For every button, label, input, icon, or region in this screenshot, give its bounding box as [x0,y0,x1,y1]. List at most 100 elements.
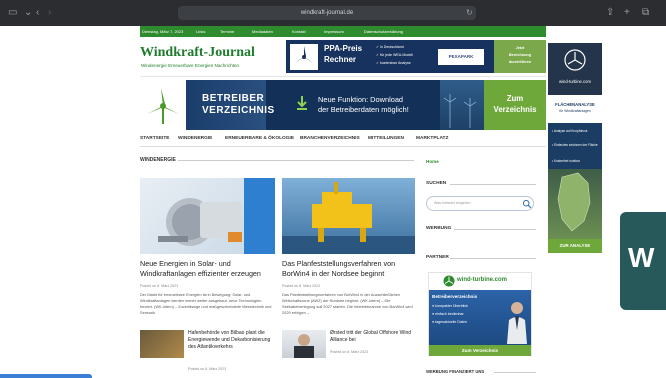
topbar-link-impressum[interactable]: Impressum [324,26,344,37]
right-ad-map-image [548,169,602,239]
small-article-1-title[interactable]: Hafenbehörde von Bilbao plant die Energi… [188,330,278,350]
small-article-2-title[interactable]: Ørsted tritt der Global Offshore Wind Al… [330,330,416,344]
topbar-link-mediadaten[interactable]: Mediadaten [252,26,273,37]
ppa-check-3-text: kostenlose Analyse [380,61,411,65]
topbar-link-datenschutz[interactable]: Datenschutzerklärung [364,26,403,37]
current-date: Dienstag, März 7, 2023 [142,29,184,34]
partner-bullet-2: ● einfach bedienbar [432,312,464,316]
article-2-image[interactable] [282,178,415,254]
article-2-title[interactable]: Das Planfeststellungsverfahren von BorWi… [282,259,415,278]
partner-bullet-1: ● kompakter Überblick [432,304,468,308]
article-1-image[interactable] [140,178,275,254]
breadcrumb-home[interactable]: Home [426,159,439,164]
browser-toolbar: ▭ ⌄ ‹ › ◐ windkraft-journal.de ↻ ⇪ + ⧉ [0,0,666,26]
main-navigation: STARTSEITE WINDENERGIE ERNEUERBARE & ÖKO… [140,133,546,147]
small-article-1-image[interactable] [140,330,184,358]
partner-cta-button[interactable]: Zum Verzeichnis [429,345,531,356]
cta-verzeichnis: Verzeichnis [493,105,537,114]
ppa-calculator-banner[interactable]: PPA-Preis Rechner ✓ in Deutschland ✓ für… [286,40,546,73]
ppa-check-1: ✓ in Deutschland [376,45,404,49]
partner-bullet-1-text: kompakter Überblick [435,304,468,308]
ppa-title: PPA-Preis [324,44,363,53]
ppa-check-2-text: für jede WEA-Modell [380,53,413,57]
right-ad-feature-1-text: Analyse auf Knopfdruck [553,129,588,133]
nav-windenergie[interactable]: WINDENERGIE [178,136,212,141]
right-ad-feature-3-text: Kostenfrei nutzbar [554,159,580,163]
feature-line-1: Neue Funktion: Download [318,95,404,104]
nav-erneuerbare[interactable]: ERNEUERBARE & ÖKOLOGIE [225,136,294,141]
section-title: WINDENERGIE [140,157,176,163]
search-section-label: SUCHEN [426,181,447,186]
ppa-check-2: ✓ für jede WEA-Modell [376,53,413,57]
right-ad-feature-2: ▪ Einfaches zeichnen der Fläche [552,143,598,147]
partner-turbine-icon [443,275,455,287]
site-header: Windkraft-Journal Windenergie Erneuerbar… [140,37,546,77]
article-1-meta: Posted on 8. März 2023 [140,284,179,288]
ppa-check-3: ✓ kostenlose Analyse [376,61,411,65]
ppa-cta-button[interactable]: Jetzt Berechnung durchführen [494,40,546,73]
topbar-link-links[interactable]: Links [196,26,205,37]
right-ad-feature-3: ▪ Kostenfrei nutzbar [552,159,580,163]
search-divider [450,184,536,185]
cta-zum: Zum [506,94,524,103]
reload-icon[interactable]: ↻ [466,0,473,26]
werbung-divider [454,229,536,230]
page-load-indicator [0,374,92,378]
partner-divider [450,258,536,259]
search-input[interactable]: Was fortsetzt eingeben [426,196,534,211]
werbung-finanziert-label: WERBUNG FINANZIERT UNS [426,369,485,374]
zum-verzeichnis-button[interactable]: Zum Verzeichnis [484,80,546,130]
back-icon[interactable]: ‹ [36,0,39,26]
offscreen-banner-letter: W [628,242,655,273]
search-placeholder: Was fortsetzt eingeben [434,201,471,205]
sidebar-toggle-icon[interactable]: ▭ [8,0,17,26]
nav-branchenverzeichnis[interactable]: BRANCHENVERZEICHNIS [300,136,360,141]
right-ad-header: wind-turbine.com [548,43,602,95]
turbine-logo-icon [140,80,186,130]
tab-overview-icon[interactable]: ⌄ [24,0,32,26]
topbar-link-termine[interactable]: Termine [220,26,234,37]
search-icon[interactable] [522,199,532,209]
url-text[interactable]: windkraft-journal.de [178,6,476,20]
article-2-meta: Posted on 8. März 2023 [282,284,321,288]
right-ad-subheading: für Windkraftanlagen [559,109,591,113]
nav-startseite[interactable]: STARTSEITE [140,136,170,141]
ppa-cta-line1: Jetzt [515,46,525,50]
partner-bullet-3-text: tagesaktuelle Daten [435,320,467,324]
pexapark-logo: PEXAPARK [438,49,484,65]
zur-analyse-button[interactable]: ZUR ANALYSE [548,239,602,253]
partner-bullet-3: ● tagesaktuelle Daten [432,320,467,324]
partner-person-photo [503,294,529,344]
partner-ad[interactable]: wind-turbine.com Betreiberverzeichnis ● … [428,272,532,356]
top-bar: Dienstag, März 7, 2023 Links Termine Med… [140,26,546,37]
ppa-cta-line3: durchführen [508,60,532,64]
new-tab-icon[interactable]: + [624,0,630,26]
banner-windfarm-graphic [440,80,484,130]
tabs-icon[interactable]: ⧉ [642,0,649,26]
small-article-2-image[interactable] [282,330,326,358]
site-logo-title[interactable]: Windkraft-Journal [140,45,255,61]
betreiber-verzeichnis-banner[interactable]: BETREIBER VERZEICHNIS Neue Funktion: Dow… [140,80,546,130]
right-ad-turbine-icon [564,49,586,71]
small-article-2-meta: Posted on 8. März 2023 [330,350,369,354]
article-1-title[interactable]: Neue Energien in Solar- und Windkraftanl… [140,259,278,278]
partner-ad-heading: Betreiberverzeichnis [432,294,478,299]
betreiber-title: BETREIBER [202,93,265,104]
partner-site-name: wind-turbine.com [457,277,507,283]
verzeichnis-title: VERZEICHNIS [202,105,275,116]
right-skyscraper-ad[interactable]: wind-turbine.com FLÄCHENANALYSE für Wind… [548,43,602,253]
wind-turbine-logo-icon [290,44,318,70]
address-bar[interactable]: windkraft-journal.de [178,6,476,20]
nav-mitteilungen[interactable]: MITTEILUNGEN [368,136,404,141]
ppa-check-1-text: in Deutschland [380,45,404,49]
topbar-link-kontakt[interactable]: Kontakt [292,26,306,37]
right-ad-feature-1: ▪ Analyse auf Knopfdruck [552,129,588,133]
download-icon [296,95,308,111]
share-icon[interactable]: ⇪ [606,0,614,26]
forward-icon[interactable]: › [48,0,51,26]
offscreen-banner-fragment[interactable]: W [620,212,666,310]
partner-ad-body: Betreiberverzeichnis ● kompakter Überbli… [429,290,531,345]
nav-marktplatz[interactable]: MARKTPLATZ [416,136,448,141]
site-logo-subtitle: Windenergie Erneuerbare Energien Nachric… [141,63,240,68]
werbung-finanziert-divider [494,372,536,373]
